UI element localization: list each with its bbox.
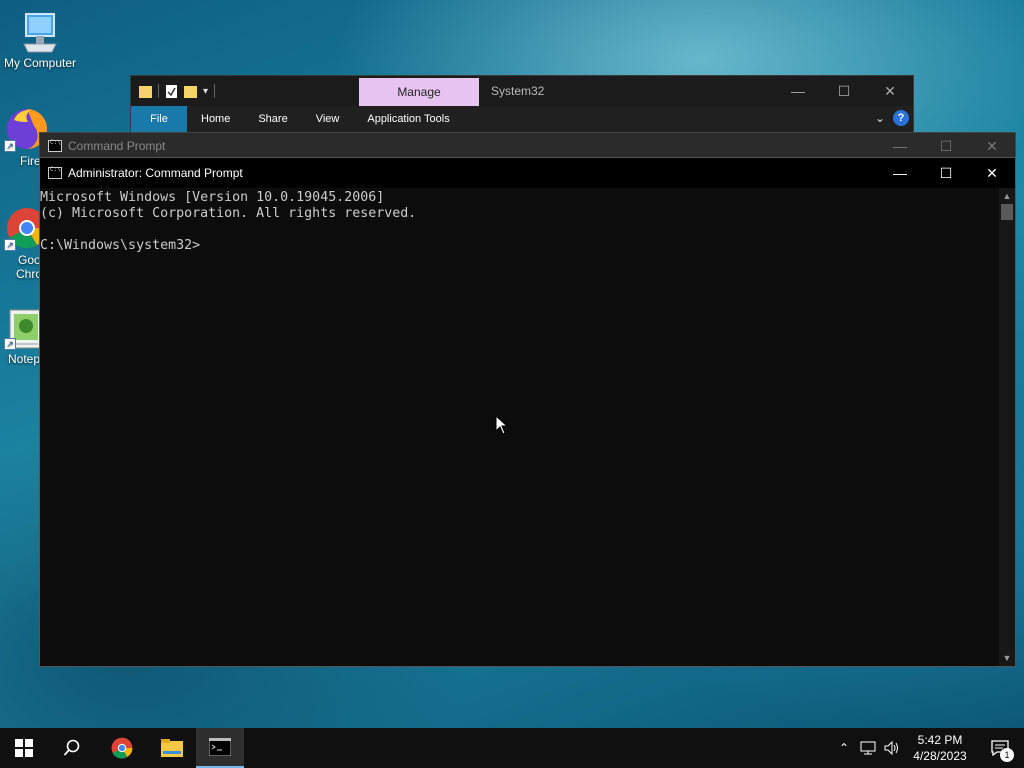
new-folder-icon[interactable]: [184, 84, 197, 99]
clock[interactable]: 5:42 PM 4/28/2023: [904, 732, 976, 764]
chevron-up-icon[interactable]: ⌃: [832, 728, 856, 768]
search-icon: [63, 739, 80, 756]
volume-icon[interactable]: [880, 728, 904, 768]
desktop-icon-my-computer[interactable]: My Computer: [0, 10, 80, 70]
start-button[interactable]: [0, 728, 48, 768]
window-title: Administrator: Command Prompt: [68, 166, 243, 180]
search-button[interactable]: [48, 728, 96, 768]
window-controls: — ☐ ✕: [775, 76, 913, 106]
taskbar-chrome[interactable]: [98, 728, 146, 768]
tab-application-tools[interactable]: Application Tools: [353, 106, 463, 132]
window-title: System32: [491, 84, 545, 98]
tab-share[interactable]: Share: [244, 106, 301, 132]
minimize-button[interactable]: —: [877, 133, 923, 159]
chrome-icon: [111, 737, 133, 759]
explorer-window[interactable]: ▾ Manage System32 — ☐ ✕ File Home Share …: [130, 75, 914, 135]
toolbar-separator: [158, 84, 159, 98]
mouse-cursor-icon: [495, 415, 509, 435]
maximize-button[interactable]: ☐: [923, 158, 969, 188]
tab-file[interactable]: File: [131, 106, 187, 132]
scroll-down-icon[interactable]: ▼: [999, 650, 1015, 666]
quick-access-toolbar: ▾: [131, 84, 216, 99]
folder-icon[interactable]: [139, 84, 152, 99]
taskbar-command-prompt[interactable]: [196, 728, 244, 768]
window-controls: — ☐ ✕: [877, 133, 1015, 159]
scrollbar-thumb[interactable]: [1001, 204, 1013, 220]
action-center-button[interactable]: 1: [976, 728, 1024, 768]
minimize-button[interactable]: —: [877, 158, 923, 188]
console-line: Microsoft Windows [Version 10.0.19045.20…: [40, 190, 385, 205]
cmd-icon: [48, 139, 62, 152]
desktop-icon-label: My Computer: [3, 56, 77, 70]
tab-manage[interactable]: Manage: [359, 78, 479, 106]
cmd-icon: [209, 738, 231, 756]
command-prompt-window[interactable]: Administrator: Command Prompt — ☐ ✕ Micr…: [39, 157, 1016, 667]
console-output[interactable]: Microsoft Windows [Version 10.0.19045.20…: [40, 188, 999, 666]
expand-ribbon-icon[interactable]: ⌄: [875, 111, 885, 125]
clock-time: 5:42 PM: [917, 733, 963, 747]
system-tray: ⌃ 5:42 PM 4/28/2023 1: [832, 728, 1024, 768]
close-button[interactable]: ✕: [969, 133, 1015, 159]
shortcut-arrow-icon: ↗: [4, 338, 16, 350]
scroll-up-icon[interactable]: ▲: [999, 188, 1015, 204]
computer-icon: [18, 10, 62, 54]
console-line: (c) Microsoft Corporation. All rights re…: [40, 206, 417, 221]
clock-date: 4/28/2023: [913, 749, 967, 763]
window-title: Command Prompt: [68, 139, 166, 153]
ribbon-tabs: File Home Share View Application Tools ⌄…: [131, 106, 913, 132]
titlebar[interactable]: Administrator: Command Prompt — ☐ ✕: [40, 158, 1015, 188]
notification-badge: 1: [1000, 748, 1014, 762]
toolbar-separator: [214, 84, 216, 98]
help-icon[interactable]: ?: [893, 110, 909, 126]
explorer-titlebar[interactable]: ▾ Manage System32 — ☐ ✕: [131, 76, 913, 106]
folder-icon: [161, 739, 183, 757]
tab-home[interactable]: Home: [187, 106, 244, 132]
tab-view[interactable]: View: [302, 106, 354, 132]
windows-logo-icon: [15, 739, 33, 757]
properties-icon[interactable]: [165, 84, 178, 99]
console-prompt[interactable]: C:\Windows\system32>: [40, 238, 999, 254]
chevron-down-icon[interactable]: ▾: [203, 86, 208, 97]
close-button[interactable]: ✕: [969, 158, 1015, 188]
maximize-button[interactable]: ☐: [821, 76, 867, 106]
shortcut-arrow-icon: ↗: [4, 140, 16, 152]
shortcut-arrow-icon: ↗: [4, 239, 16, 251]
titlebar[interactable]: Command Prompt — ☐ ✕: [40, 133, 1015, 159]
window-controls: — ☐ ✕: [877, 158, 1015, 188]
minimize-button[interactable]: —: [775, 76, 821, 106]
maximize-button[interactable]: ☐: [923, 133, 969, 159]
vertical-scrollbar[interactable]: ▲ ▼: [999, 188, 1015, 666]
cmd-icon: [48, 166, 62, 179]
taskbar: ⌃ 5:42 PM 4/28/2023 1: [0, 728, 1024, 768]
close-button[interactable]: ✕: [867, 76, 913, 106]
taskbar-file-explorer[interactable]: [148, 728, 196, 768]
network-icon[interactable]: [856, 728, 880, 768]
